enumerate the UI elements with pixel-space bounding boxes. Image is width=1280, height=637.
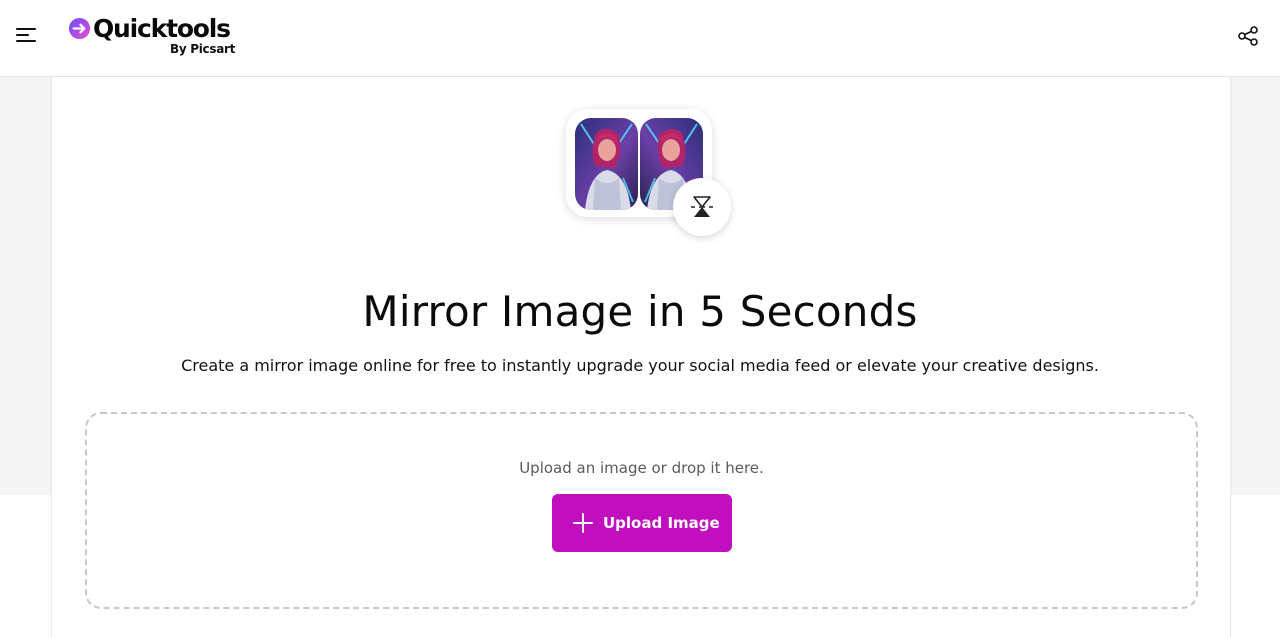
hamburger-menu-icon[interactable] bbox=[14, 26, 38, 46]
upload-image-button[interactable]: Upload Image bbox=[552, 494, 732, 552]
plus-icon bbox=[573, 513, 593, 533]
logo-byline: By Picsart bbox=[170, 42, 236, 56]
original-photo bbox=[575, 118, 638, 210]
logo-wordmark: Quicktools bbox=[93, 14, 231, 43]
mirror-image-illustration bbox=[566, 109, 736, 239]
share-icon[interactable] bbox=[1237, 25, 1259, 47]
quicktools-logo[interactable]: Quicktools By Picsart bbox=[68, 14, 238, 60]
image-dropzone[interactable]: Upload an image or drop it here. Upload … bbox=[85, 412, 1198, 609]
logo-mark-icon bbox=[68, 17, 91, 40]
mirror-flip-icon bbox=[673, 178, 731, 236]
top-navigation-bar: Quicktools By Picsart bbox=[0, 0, 1280, 77]
page-title: Mirror Image in 5 Seconds bbox=[362, 287, 918, 336]
upload-button-label: Upload Image bbox=[603, 514, 720, 532]
page-subtitle: Create a mirror image online for free to… bbox=[181, 356, 1099, 375]
dropzone-hint: Upload an image or drop it here. bbox=[519, 459, 764, 477]
